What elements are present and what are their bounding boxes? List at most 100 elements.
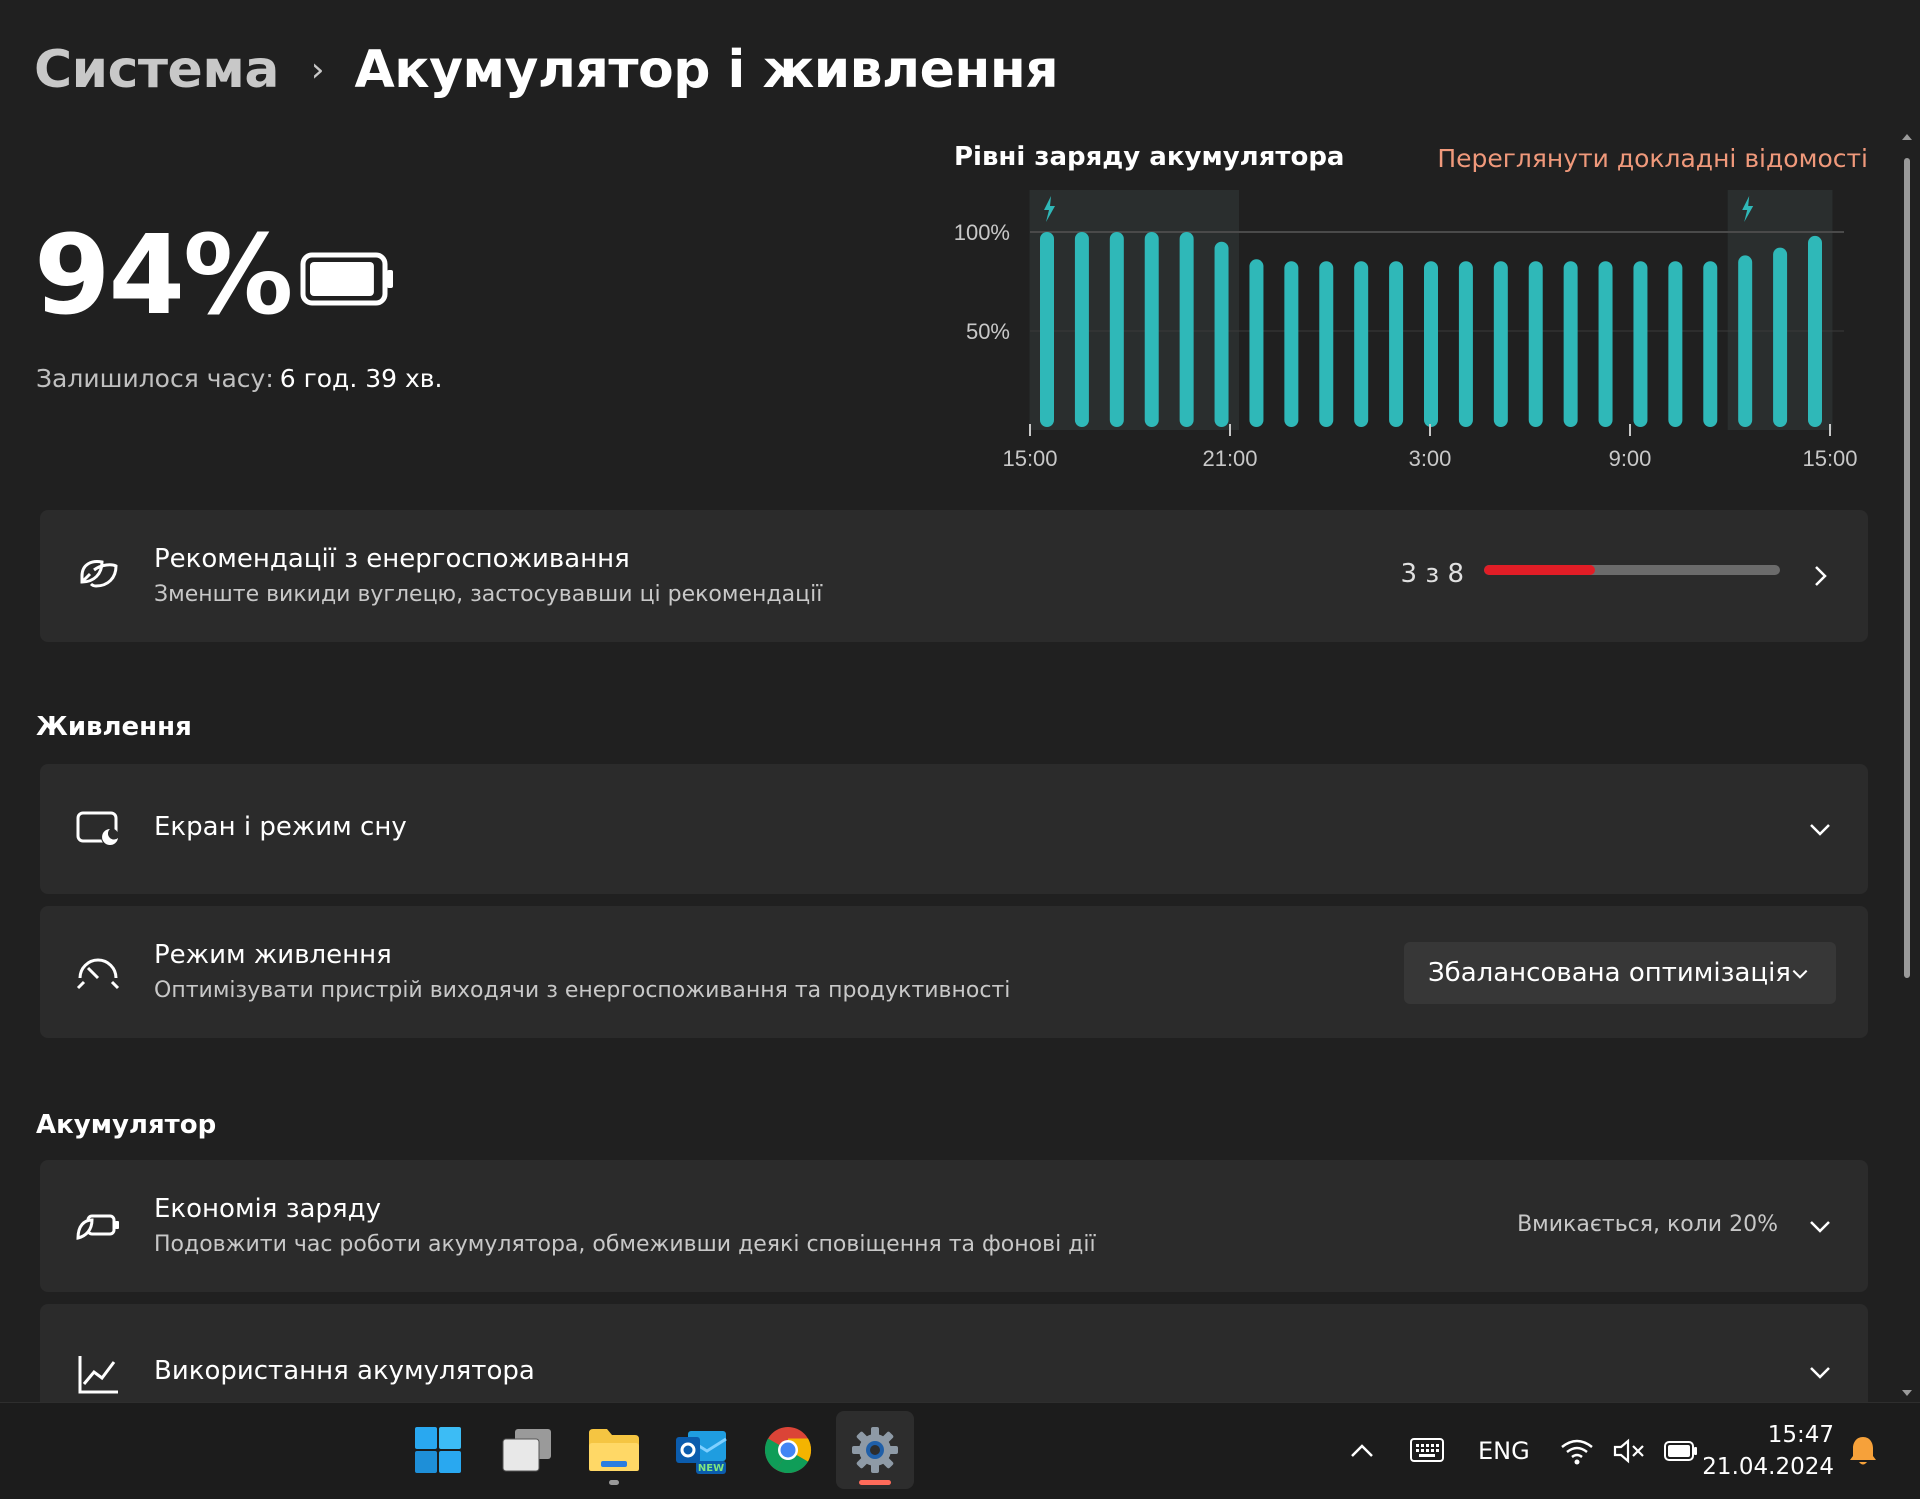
- chart-bar: [1458, 261, 1473, 427]
- chrome-icon: [764, 1427, 812, 1474]
- power-mode-selected-value: Збалансована оптимізація: [1428, 958, 1791, 988]
- x-tick-label: 21:00: [1202, 446, 1257, 471]
- touch-keyboard-button[interactable]: [1410, 1403, 1444, 1499]
- breadcrumb: Система › Акумулятор і живлення: [34, 30, 1059, 110]
- recommendations-progress-fill: [1484, 565, 1595, 575]
- battery-icon: [300, 252, 393, 306]
- chart-bar: [1424, 261, 1438, 427]
- start-button[interactable]: [399, 1411, 477, 1489]
- clock-date: 21.04.2024: [1702, 1454, 1834, 1480]
- y-tick-100: 100%: [954, 220, 1010, 245]
- chevron-down-icon[interactable]: [1808, 1360, 1832, 1384]
- scrollbar[interactable]: [1900, 130, 1914, 1400]
- power-mode-dropdown[interactable]: Збалансована оптимізація: [1404, 942, 1836, 1004]
- battery-tray-icon: [1664, 1441, 1697, 1461]
- breadcrumb-parent-link[interactable]: Система: [34, 40, 279, 100]
- x-tick-label: 15:00: [1802, 446, 1857, 471]
- chart-bar: [1598, 261, 1613, 427]
- keyboard-icon: [1410, 1438, 1444, 1462]
- input-language: ENG: [1478, 1437, 1530, 1465]
- wifi-icon: [1561, 1439, 1593, 1465]
- quick-settings-button[interactable]: [1560, 1403, 1698, 1499]
- scroll-down-arrow-icon[interactable]: [1900, 1386, 1914, 1400]
- leaf-icon: [80, 560, 118, 588]
- file-explorer-icon: [589, 1429, 639, 1471]
- chevron-right-icon[interactable]: [1808, 564, 1832, 588]
- battery-saver-subtitle: Подовжити час роботи акумулятора, обмежи…: [154, 1232, 1096, 1257]
- screen-sleep-icon: [76, 811, 119, 846]
- battery-section-header: Акумулятор: [36, 1110, 217, 1140]
- x-tick-label: 9:00: [1609, 446, 1652, 471]
- power-mode-card: Режим живлення Оптимізувати пристрій вих…: [40, 906, 1868, 1038]
- show-hidden-icons-button[interactable]: [1348, 1403, 1376, 1499]
- chart-bar: [1389, 261, 1404, 427]
- active-app-indicator: [859, 1480, 891, 1485]
- input-language-button[interactable]: ENG: [1478, 1403, 1530, 1499]
- battery-usage-card[interactable]: Використання акумулятора: [40, 1304, 1868, 1402]
- chevron-down-icon: [1792, 969, 1808, 979]
- chevron-down-icon[interactable]: [1808, 1214, 1832, 1238]
- recommendations-progress-bar: [1484, 565, 1780, 575]
- battery-usage-title: Використання акумулятора: [154, 1356, 535, 1386]
- screen-sleep-title: Екран і режим сну: [154, 812, 407, 842]
- chart-bar: [1528, 261, 1543, 427]
- task-view-button[interactable]: [488, 1411, 566, 1489]
- battery-saver-status: Вмикається, коли 20%: [1517, 1212, 1778, 1237]
- line-chart-icon: [78, 1356, 118, 1394]
- recommendations-title: Рекомендації з енергоспоживання: [154, 544, 630, 574]
- chart-bar: [1668, 261, 1683, 427]
- recommendations-progress-label: 3 з 8: [1400, 559, 1464, 589]
- x-tick-label: 15:00: [1002, 446, 1057, 471]
- chart-title: Рівні заряду акумулятора: [954, 142, 1345, 172]
- x-tick-label: 3:00: [1409, 446, 1452, 471]
- breadcrumb-separator: ›: [310, 50, 325, 90]
- chevron-down-icon[interactable]: [1808, 817, 1832, 841]
- battery-saver-icon: [76, 1214, 119, 1240]
- chrome-button[interactable]: [749, 1411, 827, 1489]
- settings-button[interactable]: [836, 1411, 914, 1489]
- scrollbar-thumb[interactable]: [1904, 158, 1910, 978]
- chart-bar: [1354, 261, 1369, 427]
- chart-bar: [1074, 232, 1089, 427]
- recommendations-subtitle: Зменште викиди вуглецю, застосувавши ці …: [154, 582, 823, 607]
- view-details-link[interactable]: Переглянути докладні відомості: [1437, 144, 1868, 173]
- power-mode-title: Режим живлення: [154, 940, 392, 970]
- clock-button[interactable]: 15:47 21.04.2024: [1702, 1419, 1834, 1483]
- taskbar: NEW ENG 15:47 21.04.2024: [0, 1402, 1920, 1499]
- settings-icon: [852, 1427, 898, 1473]
- charging-period-shade: [1029, 190, 1239, 430]
- notification-bell-icon: [1850, 1437, 1876, 1465]
- chart-bar: [1773, 247, 1788, 427]
- screen-sleep-card[interactable]: Екран і режим сну: [40, 764, 1868, 894]
- time-remaining: Залишилося часу: 6 год. 39 хв.: [36, 364, 442, 393]
- chart-bar: [1563, 261, 1578, 427]
- chart-bar: [1703, 261, 1718, 427]
- chart-bar: [1808, 235, 1822, 427]
- volume-muted-icon: [1613, 1438, 1644, 1464]
- energy-recommendations-card[interactable]: Рекомендації з енергоспоживання Зменште …: [40, 510, 1868, 642]
- chart-bar: [1040, 232, 1054, 427]
- battery-saver-title: Економія заряду: [154, 1194, 381, 1224]
- task-view-icon: [502, 1429, 551, 1472]
- battery-percent: 94%: [34, 211, 293, 339]
- power-mode-gauge-icon: [76, 958, 120, 990]
- chart-bar: [1284, 261, 1299, 427]
- chart-bar: [1738, 255, 1753, 427]
- outlook-new-icon: NEW: [676, 1431, 727, 1474]
- chevron-up-icon: [1351, 1444, 1373, 1457]
- running-indicator: [609, 1480, 619, 1485]
- battery-level-chart: 100% 50% 15:00 21:00 3:00 9:00 15:00: [954, 190, 1858, 471]
- clock-time: 15:47: [1767, 1422, 1834, 1448]
- file-explorer-button[interactable]: [575, 1411, 653, 1489]
- scroll-up-arrow-icon[interactable]: [1900, 130, 1914, 144]
- chart-bar: [1249, 259, 1264, 427]
- chart-bar: [1493, 261, 1508, 427]
- chart-bar: [1319, 261, 1334, 427]
- outlook-new-button[interactable]: NEW: [662, 1411, 740, 1489]
- notifications-button[interactable]: [1848, 1403, 1878, 1499]
- power-section-header: Живлення: [36, 712, 192, 742]
- page-title: Акумулятор і живлення: [354, 40, 1059, 100]
- battery-saver-card[interactable]: Економія заряду Подовжити час роботи аку…: [40, 1160, 1868, 1292]
- chart-bar: [1214, 241, 1229, 427]
- chart-bar: [1109, 232, 1124, 427]
